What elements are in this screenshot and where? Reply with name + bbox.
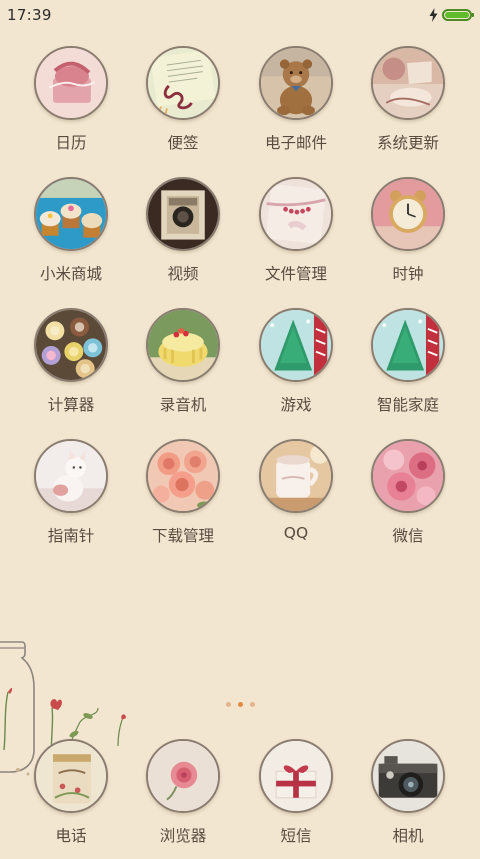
app-label: 下载管理: [151, 527, 214, 545]
app-recorder[interactable]: 录音机: [127, 308, 239, 428]
vintage-still-life-photo-icon: [371, 46, 445, 120]
app-label: 浏览器: [159, 827, 207, 845]
app-system-update[interactable]: 系统更新: [352, 46, 464, 166]
gift-photo-icon: [34, 46, 108, 120]
bundt-cake-photo-icon: [146, 308, 220, 382]
app-mi-store[interactable]: 小米商城: [15, 177, 127, 297]
app-notes[interactable]: 便签: [127, 46, 239, 166]
page-dot[interactable]: [249, 702, 255, 707]
battery-icon: [442, 9, 474, 21]
status-time: 17:39: [7, 6, 52, 24]
app-video[interactable]: 视频: [127, 177, 239, 297]
dock-browser[interactable]: 浏览器: [127, 739, 239, 859]
app-label: 短信: [280, 827, 312, 845]
gift-box-photo-icon: [259, 739, 333, 813]
app-label: 便签: [167, 134, 199, 152]
status-bar: 17:39: [0, 0, 480, 30]
app-label: 日历: [55, 134, 87, 152]
app-calculator[interactable]: 计算器: [15, 308, 127, 428]
app-label: 时钟: [392, 265, 424, 283]
cat-photo-icon: [34, 439, 108, 513]
app-label: 电话: [55, 827, 87, 845]
app-label: 微信: [392, 527, 424, 545]
page-dot-active[interactable]: [237, 702, 243, 707]
vintage-camera-photo-icon: [146, 177, 220, 251]
app-label: 视频: [167, 265, 199, 283]
tin-box-photo-icon: [34, 739, 108, 813]
app-qq[interactable]: QQ: [240, 439, 352, 559]
page-dot[interactable]: [225, 702, 231, 707]
app-smart-home[interactable]: 智能家庭: [352, 308, 464, 428]
cupcakes-photo-icon: [34, 177, 108, 251]
app-label: 游戏: [280, 396, 312, 414]
status-indicators: [429, 8, 474, 22]
app-clock[interactable]: 时钟: [352, 177, 464, 297]
app-games[interactable]: 游戏: [240, 308, 352, 428]
app-label: 文件管理: [264, 265, 327, 283]
charging-bolt-icon: [429, 8, 438, 22]
coffee-cup-photo-icon: [259, 439, 333, 513]
app-email[interactable]: 电子邮件: [240, 46, 352, 166]
macarons-photo-icon: [34, 308, 108, 382]
app-calendar[interactable]: 日历: [15, 46, 127, 166]
app-label: 指南针: [47, 527, 95, 545]
app-label: 小米商城: [39, 265, 102, 283]
page-indicator[interactable]: [0, 702, 480, 707]
dock-camera[interactable]: 相机: [352, 739, 464, 859]
pink-rose-photo-icon: [146, 739, 220, 813]
roses-photo-icon: [146, 439, 220, 513]
ribbon-letter-photo-icon: [259, 177, 333, 251]
app-label: 计算器: [47, 396, 95, 414]
app-downloads[interactable]: 下载管理: [127, 439, 239, 559]
alarm-clock-photo-icon: [371, 177, 445, 251]
app-label: 电子邮件: [264, 134, 327, 152]
notepad-photo-icon: [146, 46, 220, 120]
app-wechat[interactable]: 微信: [352, 439, 464, 559]
app-label: 相机: [392, 827, 424, 845]
app-label: QQ: [283, 524, 309, 542]
app-label: 系统更新: [376, 134, 439, 152]
pink-flowers-photo-icon: [371, 439, 445, 513]
app-compass[interactable]: 指南针: [15, 439, 127, 559]
retro-camera-photo-icon: [371, 739, 445, 813]
app-file-manager[interactable]: 文件管理: [240, 177, 352, 297]
dock-messages[interactable]: 短信: [240, 739, 352, 859]
christmas-tree-card-photo-icon: [259, 308, 333, 382]
app-label: 录音机: [159, 396, 207, 414]
christmas-tree-card-photo-icon: [371, 308, 445, 382]
dock-phone[interactable]: 电话: [15, 739, 127, 859]
app-label: 智能家庭: [376, 396, 439, 414]
teddy-bear-photo-icon: [259, 46, 333, 120]
battery-fill: [445, 12, 469, 18]
